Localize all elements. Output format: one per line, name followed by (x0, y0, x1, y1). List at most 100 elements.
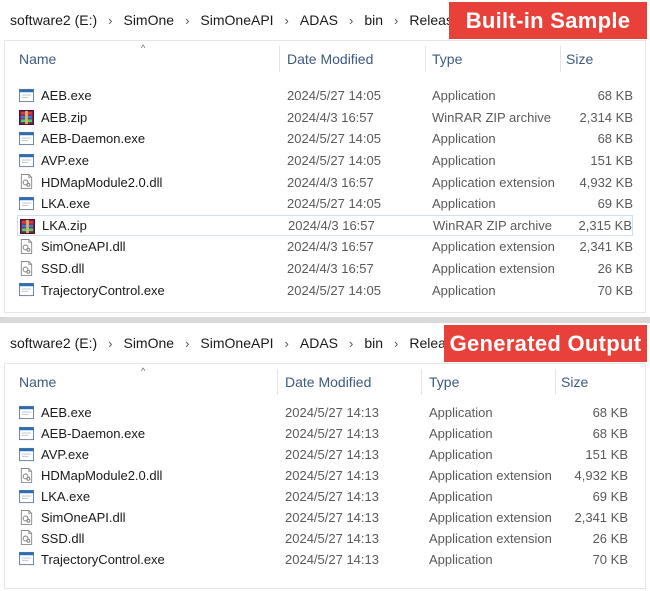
file-type: Application extension (429, 467, 552, 483)
file-name: AVP.exe (41, 153, 89, 169)
column-name[interactable]: Name (19, 41, 56, 77)
breadcrumb-drive[interactable]: software2 (E:) (10, 335, 97, 351)
file-date-modified: 2024/4/3 16:57 (288, 217, 375, 233)
column-header: ^ Name Date Modified Type Size (5, 41, 645, 77)
table-row[interactable]: SSD.dll 2024/5/27 14:13 Application extens… (17, 527, 633, 549)
file-name: HDMapModule2.0.dll (41, 467, 163, 483)
column-size[interactable]: Size (561, 364, 588, 400)
file-size: 26 KB (597, 261, 633, 277)
file-date-modified: 2024/5/27 14:05 (287, 153, 381, 169)
file-type: Application (429, 447, 493, 463)
file-name: AVP.exe (41, 447, 89, 463)
breadcrumb-drive[interactable]: software2 (E:) (10, 12, 97, 28)
table-row[interactable]: AEB.exe 2024/5/27 14:13 Application 68 KB (17, 402, 633, 424)
winrar-icon (20, 218, 35, 234)
file-date-modified: 2024/4/3 16:57 (287, 109, 374, 125)
file-date-modified: 2024/5/27 14:13 (285, 530, 379, 546)
app-icon (19, 426, 34, 441)
dll-icon (19, 530, 34, 546)
file-size: 70 KB (597, 282, 633, 298)
breadcrumb-separator-icon: › (284, 335, 289, 351)
breadcrumb-simone[interactable]: SimOne (123, 12, 174, 28)
file-type: Application extension (429, 509, 552, 525)
file-type: Application (429, 488, 493, 504)
app-icon (19, 153, 34, 168)
column-divider[interactable] (555, 369, 556, 395)
breadcrumb-bin[interactable]: bin (364, 12, 383, 28)
dll-icon (19, 509, 34, 525)
breadcrumb-bin[interactable]: bin (364, 335, 383, 351)
file-list: ^ Name Date Modified Type Size AEB.exe 20… (4, 40, 646, 313)
breadcrumb-separator-icon: › (284, 12, 289, 28)
column-divider[interactable] (421, 369, 422, 395)
file-date-modified: 2024/5/27 14:05 (287, 196, 381, 212)
breadcrumb-separator-icon: › (185, 12, 190, 28)
column-size[interactable]: Size (566, 41, 593, 77)
file-name: AEB.exe (41, 88, 92, 104)
file-date-modified: 2024/5/27 14:13 (285, 447, 379, 463)
file-name: AEB.exe (41, 405, 92, 421)
table-row[interactable]: AEB.zip 2024/4/3 16:57 WinRAR ZIP archive 2… (17, 107, 633, 129)
table-row[interactable]: SimOneAPI.dll 2024/5/27 14:13 Application … (17, 507, 633, 529)
explorer-panel-built-in: software2 (E:) › SimOne › SimOneAPI › ADAS ›… (0, 0, 650, 317)
file-date-modified: 2024/5/27 14:13 (285, 405, 379, 421)
file-type: Application (432, 282, 496, 298)
column-header: ^ Name Date Modified Type Size (5, 364, 645, 400)
table-row[interactable]: LKA.zip 2024/4/3 16:57 WinRAR ZIP archive 2… (17, 214, 633, 237)
table-row[interactable]: AEB-Daemon.exe 2024/5/27 14:13 Application… (17, 423, 633, 445)
breadcrumb-adas[interactable]: ADAS (300, 335, 338, 351)
file-date-modified: 2024/5/27 14:13 (285, 509, 379, 525)
file-size: 69 KB (597, 196, 633, 212)
file-size: 70 KB (592, 551, 628, 567)
file-size: 2,341 KB (574, 509, 629, 525)
breadcrumb-adas[interactable]: ADAS (300, 12, 338, 28)
dll-icon (19, 239, 34, 255)
file-name: LKA.zip (42, 217, 87, 233)
table-row[interactable]: TrajectoryControl.exe 2024/5/27 14:05 Appl… (17, 279, 633, 301)
column-divider[interactable] (277, 369, 278, 395)
file-size: 69 KB (592, 488, 628, 504)
file-size: 151 KB (585, 447, 628, 463)
column-date-modified[interactable]: Date Modified (285, 364, 371, 400)
table-row[interactable]: LKA.exe 2024/5/27 14:13 Application 69 KB (17, 486, 633, 508)
column-name[interactable]: Name (19, 364, 56, 400)
table-row[interactable]: TrajectoryControl.exe 2024/5/27 14:13 Appl… (17, 548, 633, 570)
file-date-modified: 2024/5/27 14:13 (285, 551, 379, 567)
dll-icon (19, 174, 34, 190)
column-type[interactable]: Type (432, 41, 462, 77)
file-date-modified: 2024/5/27 14:05 (287, 282, 381, 298)
file-name: SSD.dll (41, 261, 85, 277)
breadcrumb-simoneapi[interactable]: SimOneAPI (200, 335, 273, 351)
file-type: Application (429, 551, 493, 567)
file-date-modified: 2024/5/27 14:13 (285, 467, 379, 483)
sort-ascending-icon: ^ (141, 366, 146, 376)
table-row[interactable]: HDMapModule2.0.dll 2024/5/27 14:13 Applica… (17, 465, 633, 487)
file-size: 2,314 KB (579, 109, 634, 125)
column-divider[interactable] (560, 46, 561, 72)
column-date-modified[interactable]: Date Modified (287, 41, 373, 77)
file-name: LKA.exe (41, 196, 91, 212)
file-name: SimOneAPI.dll (41, 509, 126, 525)
app-icon (19, 282, 34, 297)
table-row[interactable]: SSD.dll 2024/4/3 16:57 Application extensi… (17, 258, 633, 280)
file-date-modified: 2024/5/27 14:13 (285, 488, 379, 504)
breadcrumb-simoneapi[interactable]: SimOneAPI (200, 12, 273, 28)
column-divider[interactable] (425, 46, 426, 72)
table-row[interactable]: AVP.exe 2024/5/27 14:05 Application 151 KB (17, 150, 633, 172)
dll-icon (19, 260, 34, 276)
breadcrumb-simone[interactable]: SimOne (123, 335, 174, 351)
column-type[interactable]: Type (429, 364, 459, 400)
file-type: Application (429, 405, 493, 421)
table-row[interactable]: LKA.exe 2024/5/27 14:05 Application 69 KB (17, 193, 633, 215)
table-row[interactable]: SimOneAPI.dll 2024/4/3 16:57 Application e… (17, 236, 633, 258)
file-size: 68 KB (592, 405, 628, 421)
app-icon (19, 131, 34, 146)
table-row[interactable]: HDMapModule2.0.dll 2024/4/3 16:57 Applicat… (17, 171, 633, 193)
table-row[interactable]: AEB-Daemon.exe 2024/5/27 14:05 Application… (17, 128, 633, 150)
app-icon (19, 88, 34, 103)
table-row[interactable]: AVP.exe 2024/5/27 14:13 Application 151 KB (17, 444, 633, 466)
breadcrumb-separator-icon: › (185, 335, 190, 351)
column-divider[interactable] (279, 46, 280, 72)
table-row[interactable]: AEB.exe 2024/5/27 14:05 Application 68 KB (17, 85, 633, 107)
breadcrumb-separator-icon: › (108, 12, 113, 28)
